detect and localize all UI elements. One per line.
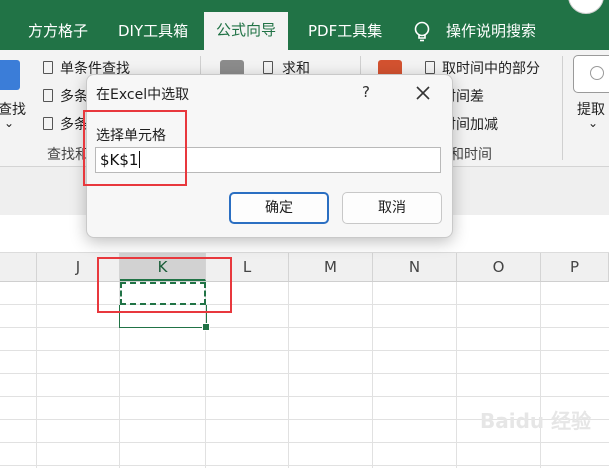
find-icon [0, 60, 20, 90]
ribbon-tab-bar: 方方格子 DIY工具箱 公式向导 PDF工具集 操作说明搜索 [0, 0, 609, 50]
document-icon [43, 61, 53, 74]
grid-line [288, 282, 289, 468]
account-avatar[interactable] [568, 0, 604, 14]
cell-reference-value: $K$1 [100, 151, 139, 169]
column-header-n[interactable]: N [373, 253, 457, 281]
cell-k1-marquee[interactable] [120, 282, 206, 305]
select-cell-dialog: 在Excel中选取 ? 选择单元格 $K$1 确定 取消 [86, 74, 453, 238]
column-header-k[interactable]: K [120, 253, 206, 281]
document-icon [43, 89, 53, 102]
chevron-down-icon[interactable]: ⌄ [4, 116, 14, 130]
cancel-button[interactable]: 取消 [342, 192, 442, 224]
time-group-label: 和时间 [450, 147, 492, 163]
find-group-label: 查找和 [47, 147, 89, 163]
chevron-down-icon[interactable]: ⌄ [588, 116, 598, 130]
document-icon [43, 117, 53, 130]
text-caret [139, 151, 141, 168]
ribbon-separator [562, 56, 563, 160]
grid-line [36, 282, 37, 468]
multi-condition-find-button[interactable]: 多条 [60, 86, 88, 106]
grid-line [540, 282, 541, 468]
tab-help-search[interactable]: 操作说明搜索 [446, 13, 536, 50]
column-header-j[interactable]: J [37, 253, 120, 281]
document-icon [425, 61, 435, 74]
cell-reference-input[interactable]: $K$1 [95, 147, 441, 173]
lightbulb-icon [414, 21, 430, 42]
grid-line [372, 282, 373, 468]
column-header-m[interactable]: M [289, 253, 373, 281]
column-header-l[interactable]: L [206, 253, 289, 281]
help-button[interactable]: ? [362, 83, 370, 101]
column-header-p[interactable]: P [541, 253, 609, 281]
column-header-blank[interactable] [0, 253, 37, 281]
close-icon[interactable] [412, 82, 434, 104]
spreadsheet-grid[interactable] [0, 282, 609, 468]
excel-window: 方方格子 DIY工具箱 公式向导 PDF工具集 操作说明搜索 查找 ⌄ 单条件查… [0, 0, 609, 468]
grid-line [456, 282, 457, 468]
ok-button[interactable]: 确定 [229, 192, 329, 224]
extract-icon [573, 55, 609, 93]
tab-pdf-toolset[interactable]: PDF工具集 [308, 13, 382, 50]
dialog-title: 在Excel中选取 [96, 87, 190, 103]
tab-fangfanggezi[interactable]: 方方格子 [28, 13, 88, 50]
tab-diy-toolbox[interactable]: DIY工具箱 [118, 13, 188, 50]
select-cell-label: 选择单元格 [96, 128, 166, 144]
fill-handle[interactable] [202, 323, 210, 331]
column-header-row: J K L M N O P [0, 253, 609, 282]
active-cell-k2[interactable] [119, 305, 207, 328]
multi-condition-find-button-2[interactable]: 多条 [60, 114, 88, 134]
document-icon [263, 61, 273, 74]
time-part-button[interactable]: 取时间中的部分 [442, 58, 540, 78]
tab-formula-wizard[interactable]: 公式向导 [204, 12, 289, 50]
column-header-o[interactable]: O [457, 253, 541, 281]
watermark: Baidu 经验 [480, 409, 592, 433]
